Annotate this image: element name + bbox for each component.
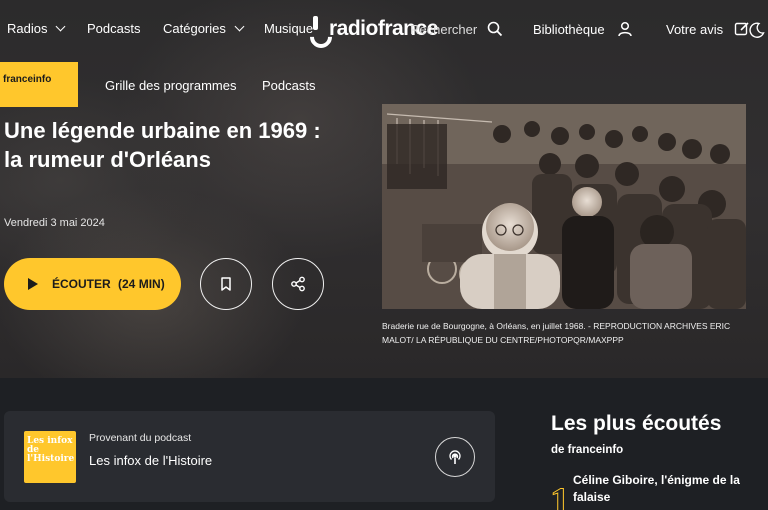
subnav-podcasts[interactable]: Podcasts xyxy=(262,78,315,93)
play-icon xyxy=(28,278,38,290)
podcast-icon xyxy=(449,450,461,464)
nav-search[interactable]: Rechercher xyxy=(410,21,503,37)
most-listened-subtitle: de franceinfo xyxy=(551,444,624,456)
nav-musique-label: Musique xyxy=(264,21,314,36)
nav-musique[interactable]: Musique xyxy=(264,21,313,36)
share-button[interactable] xyxy=(272,258,324,310)
dark-mode-icon[interactable] xyxy=(749,22,765,38)
search-icon xyxy=(487,21,503,37)
nav-categories[interactable]: Catégories xyxy=(163,21,245,36)
chevron-down-icon xyxy=(56,21,66,32)
nav-feedback-label: Votre avis xyxy=(666,21,724,37)
nav-podcasts-label: Podcasts xyxy=(87,21,141,36)
user-icon xyxy=(617,21,632,37)
nav-categories-label: Catégories xyxy=(163,21,226,36)
nav-podcasts[interactable]: Podcasts xyxy=(87,21,140,36)
podcast-name[interactable]: Les infox de l'Histoire xyxy=(89,453,212,468)
podcast-thumbnail[interactable]: Les infox de l'Histoire xyxy=(24,431,76,483)
listen-label: ÉCOUTER (24 MIN) xyxy=(52,277,165,291)
chevron-down-icon xyxy=(234,21,245,32)
radiofrance-logo-mark-icon xyxy=(310,16,326,42)
nav-feedback[interactable]: Votre avis xyxy=(666,21,750,37)
article-photo xyxy=(382,104,746,309)
podcast-source-card[interactable]: Les infox de l'Histoire Provenant du pod… xyxy=(4,411,495,502)
listen-button[interactable]: ÉCOUTER (24 MIN) xyxy=(4,258,181,310)
subnav-grille[interactable]: Grille des programmes xyxy=(105,78,237,93)
podcast-link-button[interactable] xyxy=(435,437,475,477)
edit-icon xyxy=(734,22,749,36)
sub-navigation: franceinfo Grille des programmes Podcast… xyxy=(0,62,768,107)
bookmark-icon xyxy=(221,277,231,291)
nav-bibliotheque[interactable]: Bibliothèque xyxy=(533,21,633,37)
nav-search-label: Rechercher xyxy=(410,21,478,37)
bookmark-button[interactable] xyxy=(200,258,252,310)
photo-caption: Braderie rue de Bourgogne, à Orléans, en… xyxy=(382,321,731,345)
most-listened-title: Les plus écoutés xyxy=(551,412,722,435)
franceinfo-logo[interactable]: franceinfo xyxy=(0,62,78,107)
top-navigation: Radios Podcasts Catégories Musique radio… xyxy=(0,0,768,60)
podcast-thumbnail-text: Les infox de l'Histoire xyxy=(27,436,75,464)
most-listened-item-title[interactable]: Céline Giboire, l'énigme de la falaise xyxy=(573,472,753,506)
listen-text: ÉCOUTER xyxy=(52,277,111,291)
nav-bibliotheque-label: Bibliothèque xyxy=(533,21,605,37)
publish-date: Vendredi 3 mai 2024 xyxy=(4,217,105,229)
nav-radios-label: Radios xyxy=(7,21,48,36)
podcast-from-label: Provenant du podcast xyxy=(89,432,192,444)
rank-number: 1 xyxy=(550,479,571,510)
listen-duration: (24 MIN) xyxy=(118,277,165,291)
photo-crowd-illustration xyxy=(382,104,746,309)
nav-radios[interactable]: Radios xyxy=(7,21,66,36)
share-icon xyxy=(291,276,305,292)
page-title: Une légende urbaine en 1969 : la rumeur … xyxy=(4,118,321,172)
